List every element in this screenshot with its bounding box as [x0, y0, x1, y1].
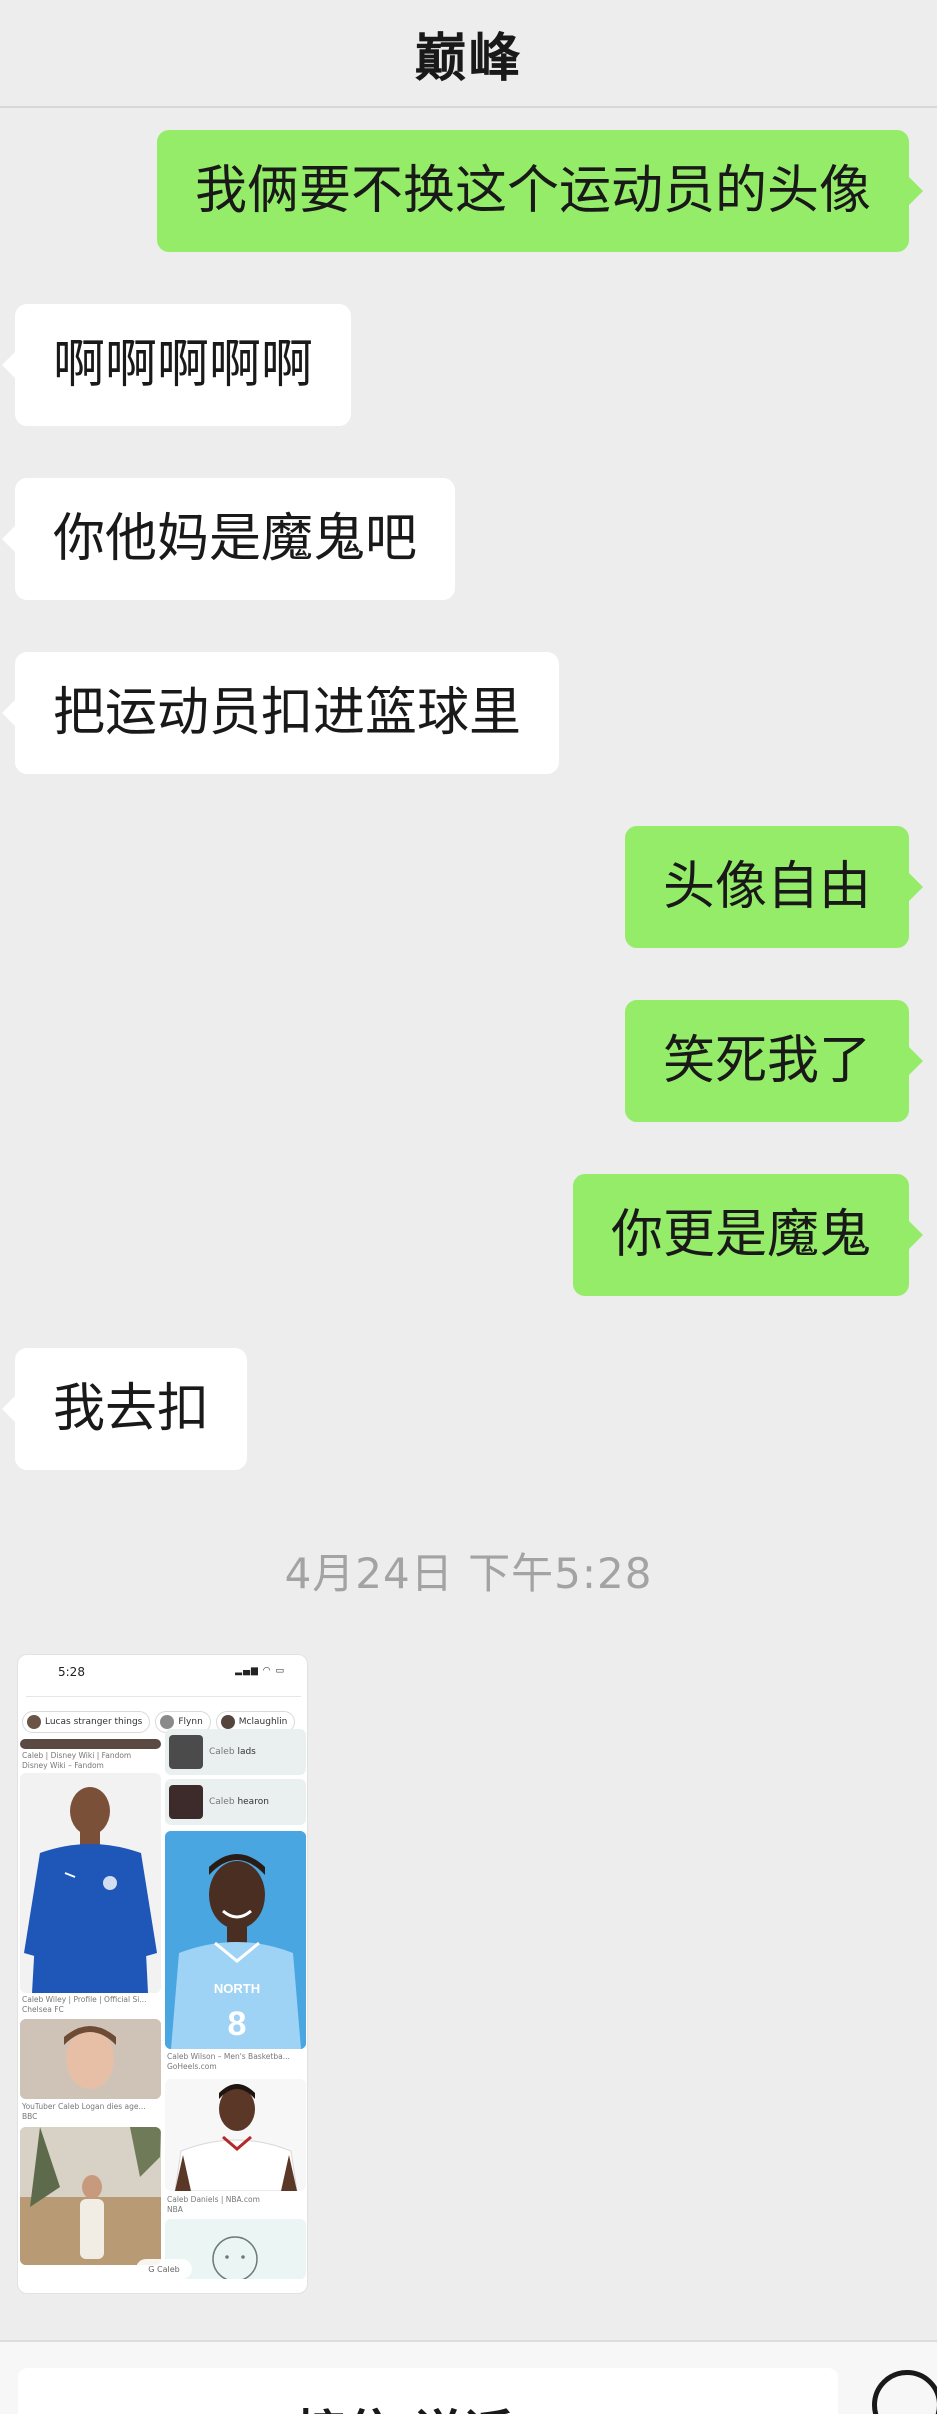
related-search: Caleb lads	[165, 1729, 306, 1775]
message-bubble-sent[interactable]: 我俩要不换这个运动员的头像	[156, 130, 924, 252]
message-input[interactable]: 接住 说话	[18, 2368, 838, 2414]
footballer-illustration	[20, 1773, 161, 1993]
chip-avatar-icon	[220, 1715, 235, 1729]
nba-player-illustration	[165, 2079, 306, 2191]
result-caption: Caleb Wilson – Men's Basketba...	[167, 2052, 290, 2061]
chip-avatar-icon	[27, 1715, 41, 1729]
result-source: BBC	[22, 2112, 38, 2121]
message-bubble-received[interactable]: 我去扣	[1, 1348, 248, 1470]
message-bubble-sent[interactable]: 笑死我了	[624, 1000, 924, 1122]
result-image-player	[20, 1773, 161, 1993]
message-bubble-received[interactable]: 你他妈是魔鬼吧	[1, 478, 456, 600]
message-bubble-sent[interactable]: 头像自由	[624, 826, 924, 948]
related-search-thumbnail	[169, 1785, 203, 1819]
result-source: GoHeels.com	[167, 2062, 217, 2071]
message-bubble-sent[interactable]: 你更是魔鬼	[572, 1174, 924, 1296]
result-caption: Caleb | Disney Wiki | Fandom	[22, 1751, 132, 1760]
chat-title: 巅峰	[414, 28, 523, 89]
message-bubble-received[interactable]: 把运动员扣进篮球里	[1, 652, 560, 774]
chat-header: 巅峰	[0, 0, 937, 108]
search-query-pill: G Caleb	[136, 2259, 192, 2279]
status-time: 5:28	[58, 1665, 85, 1679]
jersey-text: NORTH	[214, 1981, 260, 1996]
result-source: Chelsea FC	[22, 2005, 64, 2014]
chip-avatar-icon	[160, 1715, 175, 1729]
basketball-player-illustration: NORTH 8	[165, 1831, 306, 2049]
result-caption: YouTuber Caleb Logan dies age...	[22, 2102, 146, 2111]
message-input-text: 接住 说话	[296, 2394, 513, 2414]
chip: Lucas stranger things	[22, 1711, 151, 1733]
result-image-basketball: NORTH 8	[165, 1831, 306, 2049]
result-image-nba	[165, 2079, 306, 2191]
status-bar: 5:28 ▂▄▆ ◠ ▭	[18, 1655, 307, 1681]
result-source: Disney Wiki – Fandom	[22, 1761, 104, 1770]
message-timestamp: 4月24日 下午5:28	[284, 1549, 653, 1598]
result-image-person	[20, 2019, 161, 2099]
desert-photo	[20, 2127, 161, 2265]
search-bar	[26, 1685, 301, 1697]
input-bar: 接住 说话	[0, 2340, 937, 2414]
related-search-thumbnail	[169, 1735, 203, 1769]
related-search: Caleb hearon	[165, 1779, 306, 1825]
result-caption: Caleb Wiley | Profile | Official Si...	[22, 1995, 147, 2004]
signal-wifi-battery-icon: ▂▄▆ ◠ ▭	[235, 1666, 285, 1676]
result-image-outdoor	[20, 2127, 161, 2265]
result-caption: Caleb Daniels | NBA.com	[167, 2195, 260, 2204]
message-bubble-received[interactable]: 啊啊啊啊啊	[1, 304, 352, 426]
portrait-photo	[20, 2019, 161, 2099]
result-image	[20, 1739, 161, 1749]
jersey-number: 8	[228, 2005, 247, 2043]
emoji-icon[interactable]	[872, 2370, 937, 2414]
image-message[interactable]: 5:28 ▂▄▆ ◠ ▭ Lucas stranger things Flynn…	[17, 1654, 308, 2294]
result-source: NBA	[167, 2205, 183, 2214]
